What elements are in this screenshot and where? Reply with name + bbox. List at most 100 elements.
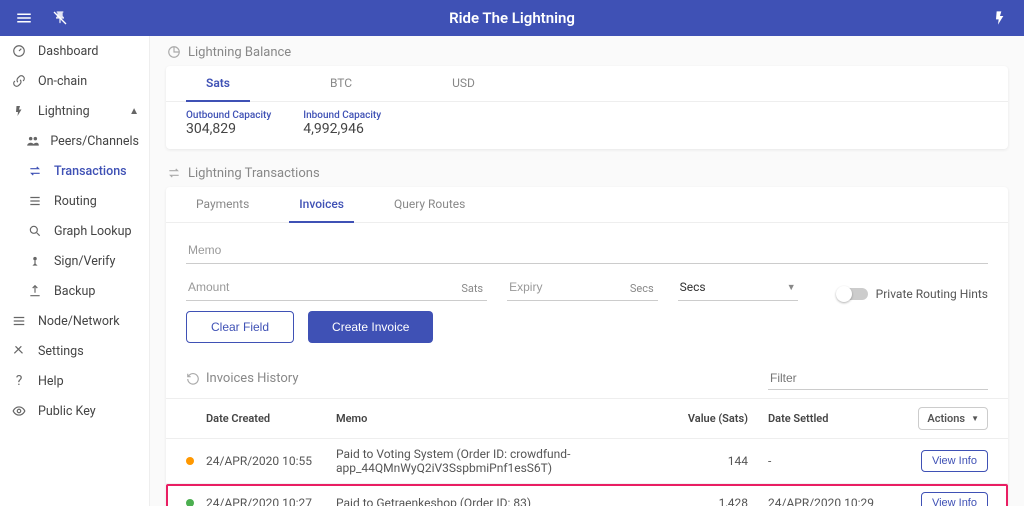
- tab-btc[interactable]: BTC: [310, 66, 372, 101]
- tab-invoices[interactable]: Invoices: [289, 187, 354, 223]
- sidebar: Dashboard On-chain Lightning ▲ Peers/Cha…: [0, 36, 150, 506]
- tools-icon: [10, 344, 28, 358]
- sidebar-label: Graph Lookup: [54, 224, 132, 239]
- sidebar-label: Peers/Channels: [50, 134, 139, 149]
- tab-query-routes[interactable]: Query Routes: [384, 187, 475, 222]
- server-icon: [10, 314, 28, 328]
- pin-off-icon: [52, 10, 68, 26]
- tab-sats[interactable]: Sats: [186, 66, 250, 102]
- col-memo: Memo: [336, 412, 668, 425]
- expiry-suffix: Secs: [630, 282, 654, 295]
- sidebar-label: On-chain: [38, 74, 87, 89]
- cell-memo: Paid to Voting System (Order ID: crowdfu…: [336, 447, 668, 475]
- sidebar-item-settings[interactable]: Settings: [0, 336, 149, 366]
- cell-date-created: 24/APR/2020 10:55: [206, 454, 336, 468]
- chevron-down-icon: ▼: [787, 282, 796, 293]
- hamburger-icon: [15, 9, 33, 27]
- filter-input[interactable]: [768, 367, 988, 390]
- sidebar-item-lightning[interactable]: Lightning ▲: [0, 96, 149, 126]
- sidebar-label: Transactions: [54, 164, 127, 179]
- sidebar-item-peers[interactable]: Peers/Channels: [0, 126, 149, 156]
- clear-field-button[interactable]: Clear Field: [186, 311, 294, 343]
- status-dot-settled: [186, 499, 194, 506]
- cell-date-settled: -: [748, 454, 888, 468]
- lightning-icon: [10, 104, 28, 118]
- eye-icon: [10, 404, 28, 418]
- sidebar-item-node[interactable]: Node/Network: [0, 306, 149, 336]
- list-icon: [26, 194, 44, 208]
- col-value: Value (Sats): [668, 412, 748, 425]
- inbound-label: Inbound Capacity: [303, 110, 381, 121]
- view-info-button[interactable]: View Info: [921, 492, 988, 506]
- app-bar: Ride The Lightning: [0, 0, 1024, 36]
- main-content: Lightning Balance Sats BTC USD Outbound …: [150, 36, 1024, 506]
- upload-icon: [26, 284, 44, 298]
- outbound-value: 304,829: [186, 121, 271, 137]
- sidebar-item-dashboard[interactable]: Dashboard: [0, 36, 149, 66]
- tab-payments[interactable]: Payments: [186, 187, 259, 222]
- table-row: 24/APR/2020 10:55 Paid to Voting System …: [166, 439, 1008, 484]
- amount-input[interactable]: [186, 274, 487, 301]
- sidebar-item-help[interactable]: ? Help: [0, 366, 149, 396]
- sidebar-label: Routing: [54, 194, 97, 209]
- search-icon: [26, 224, 44, 238]
- sidebar-label: Backup: [54, 284, 95, 299]
- history-title: Invoices History: [206, 371, 298, 386]
- table-header: Date Created Memo Value (Sats) Date Sett…: [166, 398, 1008, 439]
- cell-memo: Paid to Getraenkeshop (Order ID: 83): [336, 496, 668, 506]
- toggle-label: Private Routing Hints: [876, 287, 988, 301]
- amount-suffix: Sats: [461, 282, 483, 295]
- view-info-button[interactable]: View Info: [921, 450, 988, 472]
- create-invoice-button[interactable]: Create Invoice: [308, 311, 433, 343]
- app-title: Ride The Lightning: [449, 9, 575, 27]
- transfer-icon: [26, 164, 44, 178]
- sidebar-item-graph[interactable]: Graph Lookup: [0, 216, 149, 246]
- dashboard-icon: [10, 44, 28, 58]
- sidebar-label: Public Key: [38, 404, 96, 419]
- col-date-settled: Date Settled: [748, 412, 888, 425]
- inbound-value: 4,992,946: [303, 121, 381, 137]
- chart-pie-icon: [166, 44, 182, 60]
- sidebar-label: Dashboard: [38, 44, 98, 59]
- bolt-button[interactable]: [984, 2, 1016, 34]
- chevron-down-icon: ▼: [971, 414, 979, 423]
- sidebar-item-routing[interactable]: Routing: [0, 186, 149, 216]
- cell-date-settled: 24/APR/2020 10:29: [748, 496, 888, 506]
- link-icon: [10, 74, 28, 88]
- sidebar-item-backup[interactable]: Backup: [0, 276, 149, 306]
- help-icon: ?: [10, 373, 28, 389]
- people-icon: [26, 134, 40, 148]
- tab-usd[interactable]: USD: [432, 66, 495, 101]
- pin-button[interactable]: [44, 2, 76, 34]
- sidebar-item-transactions[interactable]: Transactions: [0, 156, 149, 186]
- sidebar-item-onchain[interactable]: On-chain: [0, 66, 149, 96]
- cell-value: 1,428: [668, 496, 748, 506]
- section-title: Lightning Balance: [188, 45, 291, 60]
- select-value: Secs: [680, 280, 706, 294]
- balance-section-header: Lightning Balance: [166, 44, 1008, 60]
- sidebar-label: Lightning: [38, 104, 90, 119]
- balance-card: Sats BTC USD Outbound Capacity 304,829 I…: [166, 66, 1008, 149]
- section-title: Lightning Transactions: [188, 166, 320, 181]
- sidebar-item-pubkey[interactable]: Public Key: [0, 396, 149, 426]
- actions-label: Actions: [927, 412, 965, 425]
- tx-section-header: Lightning Transactions: [166, 165, 1008, 181]
- menu-button[interactable]: [8, 2, 40, 34]
- outbound-label: Outbound Capacity: [186, 110, 271, 121]
- sidebar-item-sign[interactable]: Sign/Verify: [0, 246, 149, 276]
- sidebar-label: Node/Network: [38, 314, 120, 329]
- transfer-icon: [166, 165, 182, 181]
- expiry-unit-select[interactable]: Secs ▼: [678, 274, 798, 301]
- cell-value: 144: [668, 454, 748, 468]
- actions-dropdown[interactable]: Actions ▼: [918, 407, 988, 430]
- sidebar-label: Settings: [38, 344, 84, 359]
- status-dot-pending: [186, 457, 194, 465]
- memo-input[interactable]: [186, 237, 988, 264]
- col-date-created: Date Created: [206, 412, 336, 425]
- table-row: 24/APR/2020 10:27 Paid to Getraenkeshop …: [166, 484, 1008, 506]
- private-routing-toggle[interactable]: [838, 288, 868, 300]
- bolt-icon: [992, 10, 1008, 26]
- cell-date-created: 24/APR/2020 10:27: [206, 496, 336, 506]
- sidebar-label: Help: [38, 374, 64, 389]
- transactions-card: Payments Invoices Query Routes Sats Secs: [166, 187, 1008, 506]
